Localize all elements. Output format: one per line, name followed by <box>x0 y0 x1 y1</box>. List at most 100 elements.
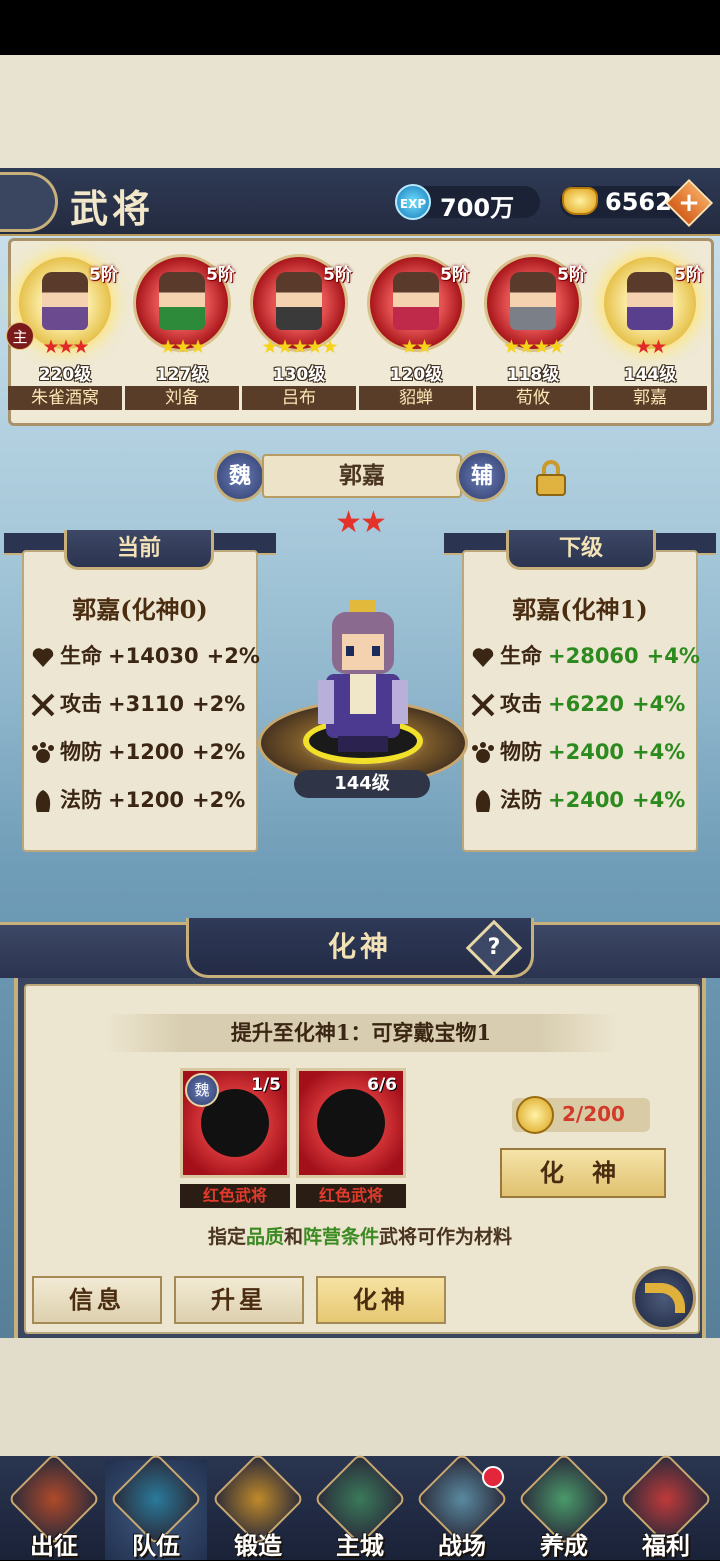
stat-value: +2400 <box>548 788 625 812</box>
stat-label: 攻击 <box>500 691 542 716</box>
exp-value: 700万 <box>440 194 515 222</box>
stat-value: +1200 <box>108 788 185 812</box>
hero-tier: 5阶 <box>440 265 469 285</box>
top-banner <box>0 55 720 168</box>
stat-percent: +4% <box>632 692 686 716</box>
material-faction-badge: 魏 <box>185 1073 219 1107</box>
hero-silhouette-icon <box>317 1089 385 1157</box>
stat-percent: +2% <box>192 788 246 812</box>
stat-percent: +4% <box>646 644 700 668</box>
material-slot-2[interactable]: 6/6 <box>296 1068 406 1178</box>
nav-team[interactable]: 队伍 <box>105 1452 207 1560</box>
page-title: 武将 <box>70 186 155 231</box>
nav-campaign[interactable]: 出征 <box>3 1452 105 1560</box>
nav-label: 福利 <box>642 1531 690 1560</box>
faction-badge: 魏 <box>214 450 266 502</box>
back-arrow-icon <box>645 1283 685 1313</box>
stat-label: 法防 <box>500 787 542 812</box>
exp-icon: EXP <box>395 184 431 220</box>
hero-card-stars: ★★ <box>400 336 433 358</box>
material-count: 6/6 <box>367 1075 397 1095</box>
hint-highlight: 品质 <box>245 1226 284 1248</box>
material-label: 红色武将 <box>180 1184 290 1208</box>
hero-card-stars: ★★★★ <box>502 336 565 358</box>
stat-percent: +4% <box>632 740 686 764</box>
material-hint: 指定品质和阵营条件武将可作为材料 <box>110 1222 610 1249</box>
stat-label: 生命 <box>60 643 102 668</box>
hero-card-stars: ★★★ <box>159 336 206 358</box>
stat-row: 法防 +2400 +4% <box>470 784 685 824</box>
stat-label: 物防 <box>60 739 102 764</box>
role-badge: 辅 <box>456 450 508 502</box>
hero-card-name: 郭嘉 <box>593 386 707 410</box>
next-title: 郭嘉(化神1) <box>512 595 648 624</box>
crossed-swords-icon <box>470 692 496 718</box>
hero-stars: ★★ <box>335 505 387 540</box>
status-bar <box>0 0 720 55</box>
hero-card[interactable]: 5阶 ★★ 144级 郭嘉 <box>593 250 707 420</box>
upgrade-requirement: 提升至化神1：可穿戴宝物1 <box>106 1014 616 1052</box>
hero-card[interactable]: 5阶 ★★ 120级 貂蝉 <box>359 250 473 420</box>
stat-label: 攻击 <box>60 691 102 716</box>
stat-row: 物防 +2400 +4% <box>470 736 685 776</box>
coin-icon <box>516 1096 554 1134</box>
back-button[interactable] <box>632 1266 696 1330</box>
hero-face-icon <box>510 272 556 330</box>
current-header: 当前 <box>64 530 214 570</box>
hint-text: 和 <box>283 1226 303 1248</box>
nav-label: 队伍 <box>132 1531 180 1560</box>
stat-value: +28060 <box>548 644 639 668</box>
stat-row: 物防 +1200 +2% <box>30 736 245 776</box>
helmet-icon <box>30 788 56 814</box>
hero-tier: 5阶 <box>674 265 703 285</box>
hero-card-level: 220级 <box>38 365 92 385</box>
lock-icon[interactable] <box>536 460 566 496</box>
back-tab-icon[interactable] <box>0 172 58 232</box>
hero-tier: 5阶 <box>323 265 352 285</box>
tab-huashen[interactable]: 化神 <box>316 1276 446 1324</box>
nav-label: 锻造 <box>234 1531 282 1560</box>
hero-card-stars: ★★ <box>634 336 667 358</box>
stat-percent: +2% <box>206 644 260 668</box>
stat-value: +2400 <box>548 740 625 764</box>
nav-welfare[interactable]: 福利 <box>615 1452 717 1560</box>
nav-city[interactable]: 主城 <box>309 1452 411 1560</box>
nav-forge[interactable]: 锻造 <box>207 1452 309 1560</box>
heart-icon <box>30 644 56 670</box>
hero-face-icon <box>627 272 673 330</box>
material-slot-1[interactable]: 魏 1/5 <box>180 1068 290 1178</box>
tab-info[interactable]: 信息 <box>32 1276 162 1324</box>
current-stats-panel: 郭嘉(化神0) 生命 +14030 +2% 攻击 +3110 +2% 物防 +1200 +2% 法… <box>22 550 260 852</box>
hero-card-name: 刘备 <box>125 386 239 410</box>
hero-card[interactable]: 5阶 ★★★ 127级 刘备 <box>125 250 239 420</box>
hero-card-level: 127级 <box>155 365 209 385</box>
plus-icon: + <box>678 188 700 218</box>
main-hero-badge: 主 <box>6 322 34 350</box>
hero-name: 郭嘉 <box>262 454 462 498</box>
hero-card-name: 貂蝉 <box>359 386 473 410</box>
paw-shield-icon <box>470 740 496 766</box>
question-icon: ? <box>487 935 501 960</box>
stat-row: 生命 +14030 +2% <box>30 640 260 680</box>
hint-highlight: 阵营条件 <box>303 1226 380 1248</box>
hero-tier: 5阶 <box>89 265 118 285</box>
hero-card[interactable]: 5阶 ★★★★ 118级 荀攸 <box>476 250 590 420</box>
hero-card[interactable]: 5阶 ★★★★★ 130级 吕布 <box>242 250 356 420</box>
hero-card-name: 朱雀酒窝 <box>8 386 122 410</box>
hero-card-level: 130级 <box>272 365 326 385</box>
nav-cultivate[interactable]: 养成 <box>513 1452 615 1560</box>
stat-percent: +4% <box>632 788 686 812</box>
stat-row: 法防 +1200 +2% <box>30 784 245 824</box>
stat-value: +14030 <box>108 644 199 668</box>
stat-percent: +2% <box>192 740 246 764</box>
hero-card-level: 118级 <box>506 365 560 385</box>
tab-star-up[interactable]: 升星 <box>174 1276 304 1324</box>
material-count: 1/5 <box>251 1075 281 1095</box>
current-title: 郭嘉(化神0) <box>72 595 208 624</box>
huashen-button[interactable]: 化 神 <box>500 1148 666 1198</box>
hero-tier: 5阶 <box>206 265 235 285</box>
hint-text: 指定 <box>207 1226 246 1248</box>
gold-ingot-icon <box>562 187 598 215</box>
notification-dot <box>482 1466 504 1488</box>
next-header: 下级 <box>506 530 656 570</box>
